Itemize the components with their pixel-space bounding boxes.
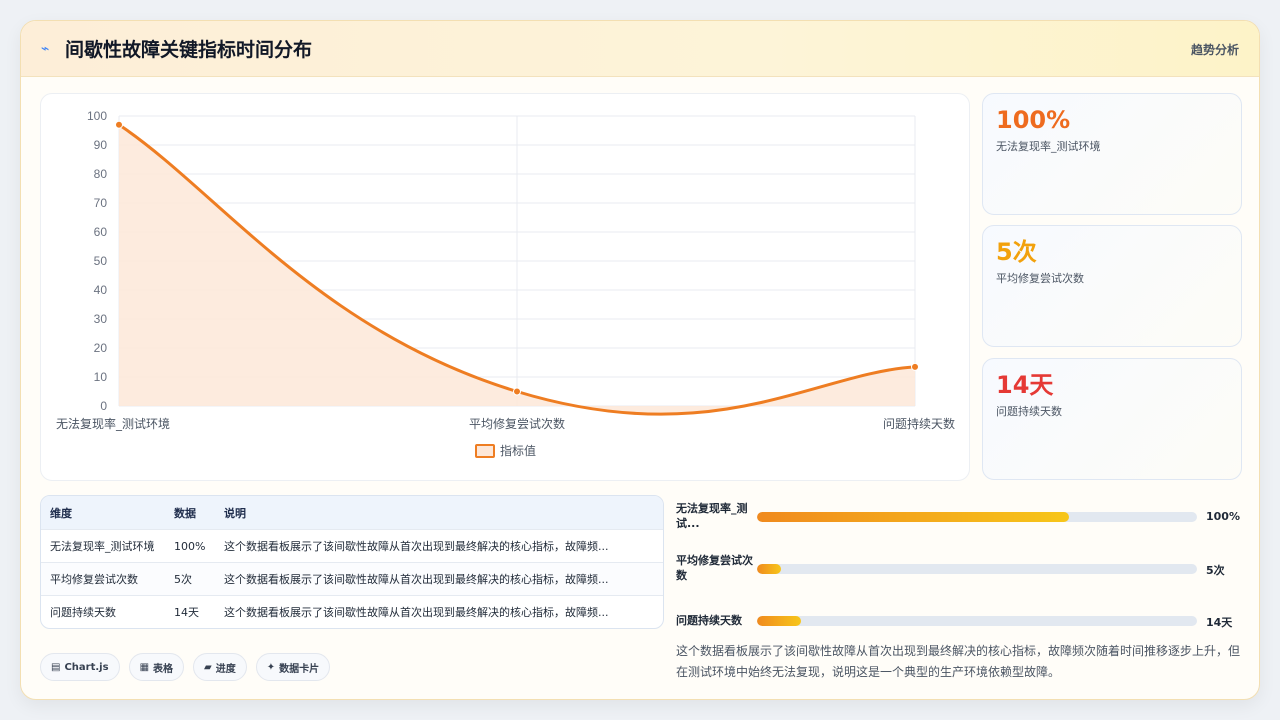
chart-icon: ▤ (51, 661, 61, 673)
table-icon: ▦ (139, 661, 150, 673)
tag-label: Chart.js (64, 661, 109, 673)
table-cell-dimension: 平均修复尝试次数 (50, 573, 138, 586)
tag-table[interactable]: ▦ 表格 (128, 653, 185, 681)
table-cell-note: 这个数据看板展示了该间歇性故障从首次出现到最终解决的核心指标，故障频... (224, 540, 609, 553)
x-tick-label: 平均修复尝试次数 (469, 416, 565, 431)
kpi-card-repair-attempts: 5次 平均修复尝试次数 (982, 225, 1242, 347)
sparkle-icon: ✦ (266, 661, 276, 673)
table-header-cell: 数据 (174, 506, 196, 520)
progress-track (757, 564, 1197, 574)
tag-label: 进度 (215, 663, 236, 675)
kpi-label: 平均修复尝试次数 (996, 272, 1084, 285)
kpi-value: 5次 (996, 238, 1037, 266)
lightning-icon: ⌁ (41, 40, 50, 57)
progress-fill (757, 616, 801, 626)
x-tick-label: 无法复现率_测试环境 (56, 416, 170, 431)
tag-progress[interactable]: ▰ 进度 (193, 653, 247, 681)
table-cell-value: 14天 (174, 606, 199, 619)
progress-fill (757, 564, 782, 574)
legend-swatch (475, 444, 495, 458)
table-cell-note: 这个数据看板展示了该间歇性故障从首次出现到最终解决的核心指标，故障频... (224, 573, 609, 586)
page-title: 间歇性故障关键指标时间分布 (65, 39, 313, 61)
progress-label: 问题持续天数 (676, 614, 742, 627)
data-point (911, 362, 919, 371)
progress-row: 无法复现率_测试... 100% (676, 501, 1241, 535)
tag-chartjs[interactable]: ▤ Chart.js (40, 653, 120, 681)
x-tick-label: 问题持续天数 (883, 416, 955, 431)
table-row: 问题持续天数 14天 这个数据看板展示了该间歇性故障从首次出现到最终解决的核心指… (41, 595, 663, 628)
table-row: 无法复现率_测试环境 100% 这个数据看板展示了该间歇性故障从首次出现到最终解… (41, 529, 663, 562)
progress-track (757, 616, 1197, 626)
metrics-table: 维度 数据 说明 无法复现率_测试环境 100% 这个数据看板展示了该间歇性故障… (40, 495, 664, 629)
y-tick-label: 40 (94, 283, 108, 297)
y-tick-label: 90 (94, 138, 108, 152)
progress-icon: ▰ (204, 661, 212, 673)
dashboard-header: ⌁ 间歇性故障关键指标时间分布 趋势分析 (21, 21, 1259, 77)
trend-analysis-link[interactable]: 趋势分析 (1191, 41, 1239, 58)
y-tick-label: 80 (94, 167, 108, 181)
y-tick-label: 100 (87, 109, 107, 123)
y-tick-label: 60 (94, 225, 108, 239)
kpi-label: 问题持续天数 (996, 405, 1062, 418)
tag-data-card[interactable]: ✦ 数据卡片 (255, 653, 331, 681)
progress-track (757, 512, 1197, 522)
kpi-value: 14天 (996, 371, 1054, 399)
progress-row: 平均修复尝试次数 5次 (676, 553, 1241, 587)
tag-label: 表格 (153, 663, 174, 675)
tech-tags: ▤ Chart.js ▦ 表格 ▰ 进度 ✦ 数据卡片 (40, 653, 331, 681)
kpi-card-duration-days: 14天 问题持续天数 (982, 358, 1242, 480)
kpi-value: 100% (996, 106, 1071, 134)
progress-label: 平均修复尝试次数 (676, 554, 753, 582)
progress-value: 5次 (1206, 564, 1225, 577)
kpi-card-reproduce-rate: 100% 无法复现率_测试环境 (982, 93, 1242, 215)
legend-label: 指标值 (500, 443, 536, 458)
table-cell-value: 100% (174, 539, 206, 553)
kpi-label: 无法复现率_测试环境 (996, 140, 1101, 153)
data-point (513, 387, 521, 396)
y-tick-label: 10 (94, 370, 108, 384)
area-chart: 0 10 20 30 40 50 60 70 80 90 100 无法复现率_测试环境 平均修复尝试次数… (40, 93, 970, 481)
table-cell-dimension: 问题持续天数 (50, 606, 116, 619)
table-cell-value: 5次 (174, 573, 192, 586)
y-tick-label: 50 (94, 254, 108, 268)
progress-fill (757, 512, 1070, 522)
table-row: 平均修复尝试次数 5次 这个数据看板展示了该间歇性故障从首次出现到最终解决的核心… (41, 562, 663, 595)
table-header-cell: 维度 (50, 506, 72, 520)
y-tick-label: 30 (94, 312, 108, 326)
description-text: 这个数据看板展示了该间歇性故障从首次出现到最终解决的核心指标，故障频次随着时间推… (676, 644, 1241, 679)
y-tick-label: 0 (100, 399, 107, 413)
tag-label: 数据卡片 (279, 663, 320, 675)
table-header-row: 维度 数据 说明 (41, 496, 663, 529)
progress-label: 无法复现率_测试... (676, 502, 748, 530)
table-cell-dimension: 无法复现率_测试环境 (50, 540, 155, 553)
progress-value: 14天 (1206, 616, 1233, 629)
y-tick-label: 20 (94, 341, 108, 355)
dashboard-card: ⌁ 间歇性故障关键指标时间分布 趋势分析 0 10 20 30 40 50 60 70 80 90… (20, 20, 1260, 700)
progress-row: 问题持续天数 14天 (676, 605, 1241, 639)
data-point (115, 120, 123, 129)
y-tick-label: 70 (94, 196, 108, 210)
table-cell-note: 这个数据看板展示了该间歇性故障从首次出现到最终解决的核心指标，故障频... (224, 606, 609, 619)
progress-value: 100% (1206, 510, 1240, 523)
chart-canvas: 0 10 20 30 40 50 60 70 80 90 100 无法复现率_测试环境 平均修复尝试次数… (56, 109, 955, 458)
table-header-cell: 说明 (224, 506, 246, 520)
